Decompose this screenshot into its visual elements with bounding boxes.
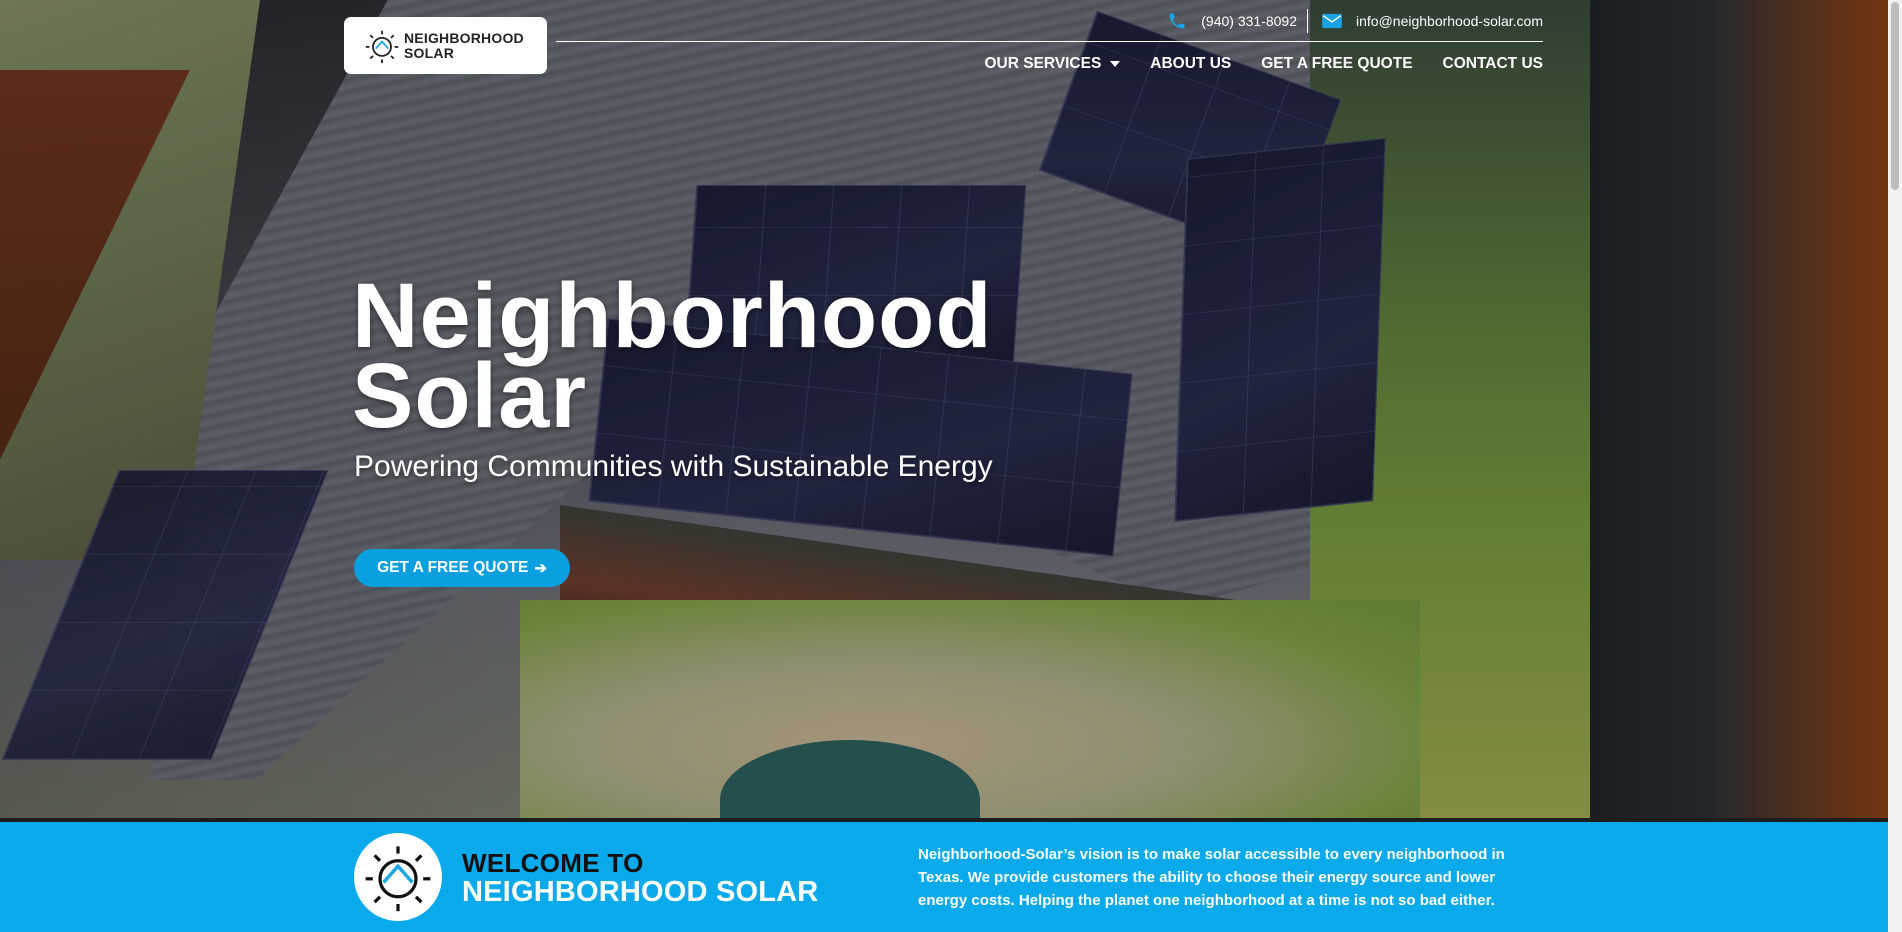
free-quote-button-label: GET A FREE QUOTE <box>377 559 529 576</box>
nav-item-about-us[interactable]: ABOUT US <box>1150 55 1231 73</box>
nav-item-contact-us[interactable]: CONTACT US <box>1443 55 1543 73</box>
welcome-heading: WELCOME TO NEIGHBORHOOD SOLAR <box>462 849 818 907</box>
hero-title-line-2: Solar <box>352 345 588 447</box>
vision-statement: Neighborhood-Solar’s vision is to make s… <box>918 846 1505 909</box>
nav-item-label: OUR SERVICES <box>984 55 1102 72</box>
page-scrollbar[interactable] <box>1888 0 1902 932</box>
envelope-icon <box>1320 11 1344 31</box>
phone-link[interactable]: (940) 331-8092 <box>1201 13 1297 29</box>
nav-item-label: CONTACT US <box>1442 55 1543 72</box>
main-nav: OUR SERVICES ABOUT US GET A FREE QUOTE C… <box>984 55 1543 73</box>
sun-house-icon <box>365 846 431 912</box>
contact-bar: (940) 331-8092 info@neighborhood-solar.c… <box>1165 9 1543 33</box>
hero-title-line-1: Neighborhood <box>352 265 993 367</box>
nav-item-our-services[interactable]: OUR SERVICES <box>984 55 1121 73</box>
scrollbar-thumb[interactable] <box>1891 2 1899 190</box>
hero-title: Neighborhood Solar <box>352 265 1072 447</box>
nav-item-label: GET A FREE QUOTE <box>1261 55 1413 72</box>
nav-item-get-a-free-quote[interactable]: GET A FREE QUOTE <box>1261 55 1412 73</box>
site-logo[interactable]: NEIGHBORHOOD SOLAR <box>344 17 547 74</box>
chevron-down-icon <box>1110 61 1121 67</box>
header-divider <box>556 41 1543 42</box>
hero-subtitle: Powering Communities with Sustainable En… <box>354 450 993 483</box>
arrow-right-icon: ➔ <box>534 560 547 577</box>
sun-house-icon <box>365 30 399 63</box>
free-quote-button[interactable]: GET A FREE QUOTE ➔ <box>354 549 570 587</box>
email-link[interactable]: info@neighborhood-solar.com <box>1356 13 1543 29</box>
logo-line-2: SOLAR <box>404 44 454 61</box>
welcome-heading-line-2: NEIGHBORHOOD SOLAR <box>462 876 819 908</box>
logo-line-1: NEIGHBORHOOD <box>404 29 524 46</box>
contact-divider <box>1307 9 1308 33</box>
nav-item-label: ABOUT US <box>1150 55 1232 72</box>
welcome-logo <box>354 833 442 921</box>
welcome-heading-line-1: WELCOME TO <box>462 848 644 878</box>
phone-icon <box>1165 11 1189 31</box>
logo-text: NEIGHBORHOOD SOLAR <box>404 29 524 61</box>
